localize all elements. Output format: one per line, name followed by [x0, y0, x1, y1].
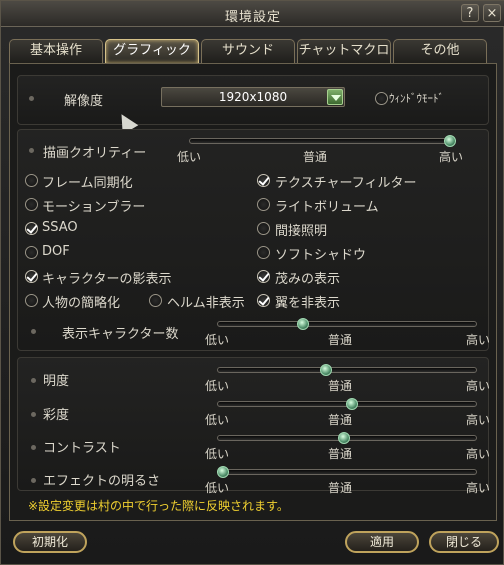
contrast-slider[interactable]: [217, 432, 477, 444]
quality-slider[interactable]: [189, 135, 456, 147]
quality-high-label: 高い: [439, 150, 464, 164]
bullet-icon: [31, 478, 36, 483]
hide-helm-label: ヘルム非表示: [167, 296, 245, 311]
ssao-label: SSAO: [42, 220, 78, 235]
hide-helm-radio[interactable]: [149, 294, 162, 307]
contrast-label: コントラスト: [43, 441, 121, 456]
quality-mid-label: 普通: [303, 150, 328, 164]
effect-brightness-mid-label: 普通: [328, 481, 353, 495]
hide-wings-label: 翼を非表示: [275, 296, 341, 311]
quality-section: [17, 129, 489, 351]
contrast-mid-label: 普通: [328, 447, 353, 461]
texture-filter-checkbox[interactable]: [257, 174, 270, 187]
texture-filter-label: テクスチャーフィルター: [275, 176, 417, 191]
brightness-mid-label: 普通: [328, 379, 353, 393]
indirect-light-radio[interactable]: [257, 222, 270, 235]
tab-other[interactable]: その他: [393, 39, 487, 63]
brightness-slider[interactable]: [217, 364, 477, 376]
bullet-icon: [29, 96, 34, 101]
foliage-checkbox[interactable]: [257, 270, 270, 283]
brightness-low-label: 低い: [205, 379, 230, 393]
bullet-icon: [31, 412, 36, 417]
char-count-slider[interactable]: [217, 318, 477, 330]
close-button[interactable]: 閉じる: [429, 531, 499, 553]
tab-chat-macro[interactable]: チャットマクロ: [297, 39, 391, 63]
window-title: 環境設定: [224, 10, 281, 25]
close-window-button[interactable]: ×: [483, 4, 501, 22]
effect-brightness-low-label: 低い: [205, 481, 230, 495]
bullet-icon: [29, 148, 34, 153]
light-volume-radio[interactable]: [257, 198, 270, 211]
hide-wings-checkbox[interactable]: [257, 294, 270, 307]
resolution-value: 1920x1080: [218, 90, 288, 104]
saturation-slider[interactable]: [217, 398, 477, 410]
quality-low-label: 低い: [177, 150, 202, 164]
resolution-label: 解像度: [64, 94, 104, 109]
frame-sync-radio[interactable]: [25, 174, 38, 187]
tab-graphics[interactable]: グラフィック: [105, 39, 199, 63]
title-bar[interactable]: 環境設定 ? ×: [1, 1, 504, 27]
effect-brightness-slider[interactable]: [217, 466, 477, 478]
window-mode-label: ｳｨﾝﾄﾞｳﾓｰﾄﾞ: [389, 92, 444, 105]
tab-basic[interactable]: 基本操作: [9, 39, 103, 63]
settings-window: 環境設定 ? × 基本操作 グラフィック サウンド チャットマクロ その他 解像…: [0, 0, 504, 565]
brightness-label: 明度: [43, 374, 70, 389]
char-count-low-label: 低い: [205, 333, 230, 347]
char-shadow-label: キャラクターの影表示: [42, 272, 172, 287]
effect-brightness-high-label: 高い: [466, 481, 491, 495]
ssao-checkbox[interactable]: [25, 222, 38, 235]
contrast-low-label: 低い: [205, 447, 230, 461]
contrast-high-label: 高い: [466, 447, 491, 461]
tab-sound[interactable]: サウンド: [201, 39, 295, 63]
dof-radio[interactable]: [25, 246, 38, 259]
char-count-high-label: 高い: [466, 333, 491, 347]
indirect-light-label: 間接照明: [275, 224, 328, 239]
simplify-people-label: 人物の簡略化: [42, 296, 121, 311]
effect-brightness-label: エフェクトの明るさ: [43, 474, 161, 489]
motion-blur-label: モーションブラー: [42, 200, 146, 215]
settings-note: ※設定変更は村の中で行った際に反映されます。: [28, 499, 289, 513]
quality-slider-knob[interactable]: [444, 135, 456, 147]
saturation-label: 彩度: [43, 408, 70, 423]
light-volume-label: ライトボリューム: [275, 200, 379, 215]
help-button[interactable]: ?: [461, 4, 479, 22]
bullet-icon: [31, 329, 36, 334]
foliage-label: 茂みの表示: [275, 272, 341, 287]
dropdown-arrow-icon[interactable]: [327, 89, 343, 105]
bullet-icon: [31, 378, 36, 383]
settings-tabs: 基本操作 グラフィック サウンド チャットマクロ その他: [9, 39, 497, 63]
apply-button[interactable]: 適用: [345, 531, 419, 553]
char-count-label: 表示キャラクター数: [62, 327, 179, 342]
motion-blur-radio[interactable]: [25, 198, 38, 211]
resolution-dropdown[interactable]: 1920x1080: [161, 87, 345, 107]
char-shadow-checkbox[interactable]: [25, 270, 38, 283]
quality-label: 描画クオリティー: [43, 146, 147, 161]
frame-sync-label: フレーム同期化: [42, 176, 133, 191]
simplify-people-radio[interactable]: [25, 294, 38, 307]
saturation-mid-label: 普通: [328, 413, 353, 427]
saturation-low-label: 低い: [205, 413, 230, 427]
soft-shadow-label: ソフトシャドウ: [275, 248, 367, 263]
dof-label: DOF: [42, 244, 70, 259]
char-count-mid-label: 普通: [328, 333, 353, 347]
reset-button[interactable]: 初期化: [13, 531, 87, 553]
saturation-high-label: 高い: [466, 413, 491, 427]
brightness-high-label: 高い: [466, 379, 491, 393]
soft-shadow-radio[interactable]: [257, 246, 270, 259]
bullet-icon: [31, 445, 36, 450]
window-mode-radio[interactable]: [375, 92, 388, 105]
